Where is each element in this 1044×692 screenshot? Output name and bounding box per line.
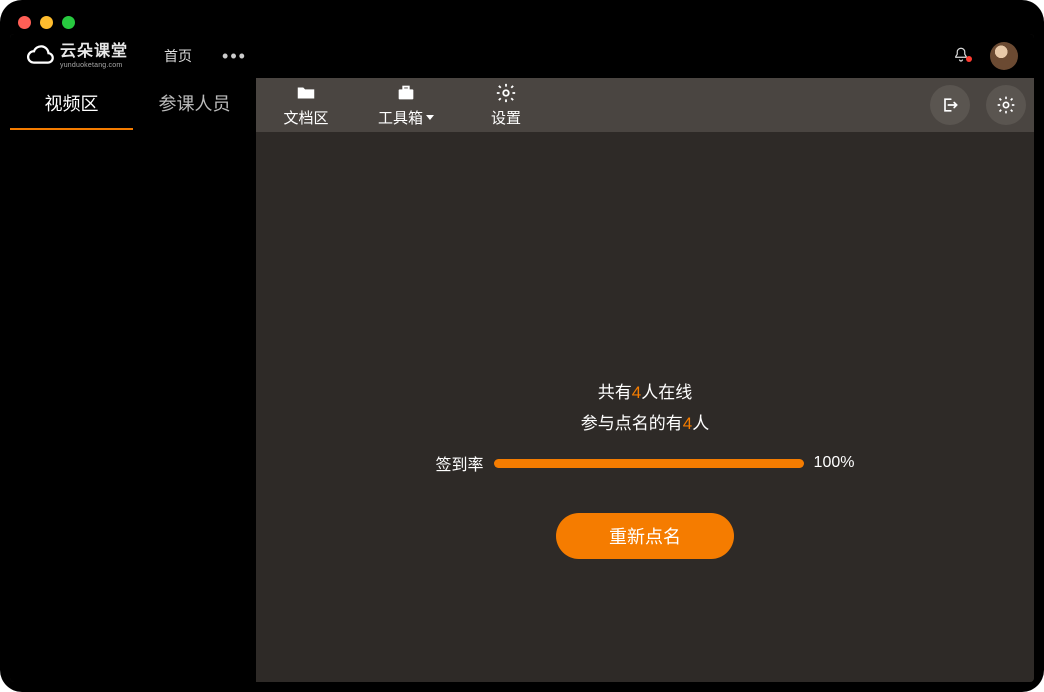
nav-item-0[interactable]: 首页 [148, 34, 208, 78]
toolbar-settings-label: 设置 [491, 107, 521, 128]
rollcall-panel: 共有4人在线 参与点名的有4人 签到率 100% 重新点名 [256, 132, 1034, 682]
online-count: 共有4人在线 [598, 378, 692, 403]
brand-name: 云朵课堂 [60, 44, 128, 60]
toolbar-toolbox-label: 工具箱 [378, 107, 423, 128]
rollcall-again-button[interactable]: 重新点名 [556, 513, 734, 559]
toolbox-icon [395, 82, 417, 104]
traffic-max[interactable] [62, 16, 75, 29]
user-avatar[interactable] [990, 42, 1018, 70]
brand-sub: yunduoketang.com [60, 62, 128, 69]
notifications-icon[interactable] [938, 46, 984, 67]
signin-rate-bar [494, 459, 804, 468]
traffic-min[interactable] [40, 16, 53, 29]
sidebar-tab-participants-label: 参课人员 [159, 90, 231, 116]
signin-rate-label: 签到率 [436, 451, 484, 475]
sidebar-tab-video[interactable]: 视频区 [10, 78, 133, 130]
notification-dot [966, 56, 972, 62]
brand-logo[interactable]: 云朵课堂 yunduoketang.com [10, 44, 148, 69]
toolbar: 文档区 工具箱 设置 [256, 78, 1034, 132]
sidebar: 视频区 参课人员 [10, 78, 256, 682]
toolbar-doc-area-label: 文档区 [283, 107, 328, 128]
signin-rate-pct: 100% [814, 454, 855, 472]
exit-icon [940, 95, 960, 115]
toolbar-settings[interactable]: 设置 [456, 78, 556, 132]
traffic-close[interactable] [18, 16, 31, 29]
exit-button[interactable] [930, 85, 970, 125]
sidebar-tab-video-label: 视频区 [45, 90, 99, 116]
toolbar-doc-area[interactable]: 文档区 [256, 78, 356, 132]
nav-more[interactable]: ••• [208, 46, 261, 67]
rollcall-count: 参与点名的有4人 [581, 409, 709, 434]
top-nav: 云朵课堂 yunduoketang.com 首页 ••• [10, 34, 1034, 78]
chevron-down-icon [426, 115, 434, 120]
main-area: 文档区 工具箱 设置 [256, 78, 1034, 682]
folder-icon [295, 82, 317, 104]
sidebar-tab-participants[interactable]: 参课人员 [133, 78, 256, 130]
gear-icon [495, 82, 517, 104]
toolbar-toolbox[interactable]: 工具箱 [356, 78, 456, 132]
settings-round-button[interactable] [986, 85, 1026, 125]
gear-icon [996, 95, 1016, 115]
